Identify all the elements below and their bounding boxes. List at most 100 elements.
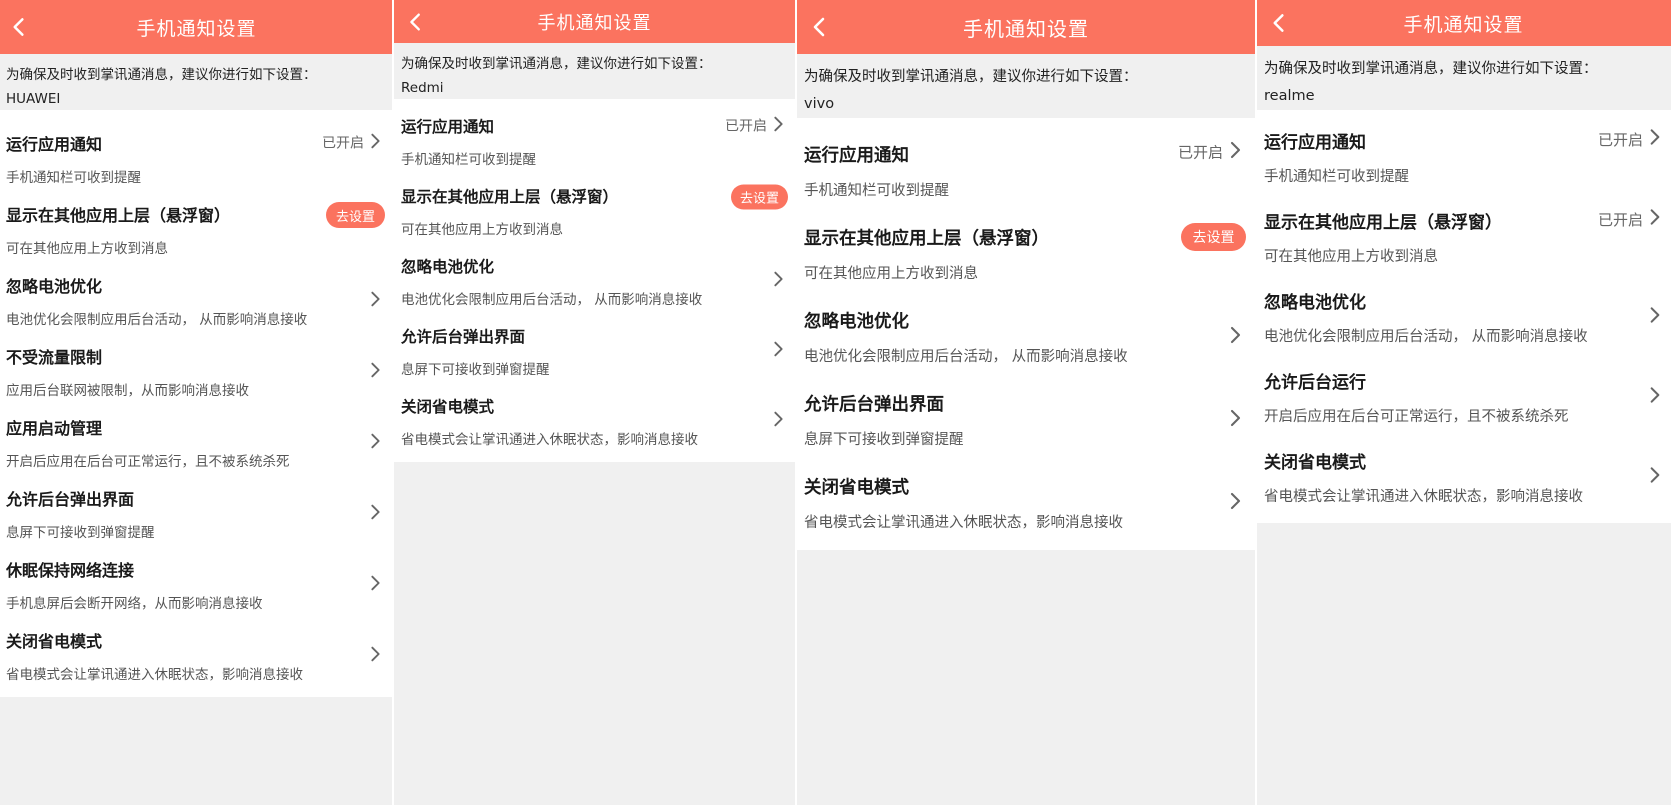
item-description: 开启后应用在后台可正常运行，且不被系统杀死 xyxy=(6,454,290,470)
settings-item[interactable]: 允许后台弹出界面息屏下可接收到弹窗提醒 xyxy=(796,378,1256,461)
chevron-right-icon xyxy=(366,131,385,154)
chevron-right-icon xyxy=(1645,465,1665,489)
phone-panel-huawei: 手机通知设置 为确保及时收到掌讯通消息，建议你进行如下设置： HUAWEI 运行应用通… xyxy=(0,0,393,805)
chevron-left-icon xyxy=(1268,12,1291,35)
hint-text: 为确保及时收到掌讯通消息，建议你进行如下设置： xyxy=(401,56,712,72)
settings-hint: 为确保及时收到掌讯通消息，建议你进行如下设置： realme xyxy=(1256,46,1671,110)
back-button[interactable] xyxy=(405,11,427,33)
settings-item[interactable]: 忽略电池优化电池优化会限制应用后台活动， 从而影响消息接收 xyxy=(796,295,1256,378)
chevron-right-icon xyxy=(366,289,385,312)
item-right xyxy=(366,573,385,596)
settings-item[interactable]: 关闭省电模式省电模式会让掌讯通进入休眠状态，影响消息接收 xyxy=(393,386,796,456)
chevron-left-icon xyxy=(8,16,31,39)
item-title: 忽略电池优化 xyxy=(401,257,495,276)
settings-item[interactable]: 休眠保持网络连接 手机息屏后会断开网络，从而影响消息接收 xyxy=(0,549,393,620)
item-description: 可在其他应用上方收到消息 xyxy=(401,221,563,238)
chevron-left-icon xyxy=(405,11,427,33)
item-right: 去设置 xyxy=(731,184,788,210)
item-title: 休眠保持网络连接 xyxy=(6,561,135,580)
back-button[interactable] xyxy=(8,16,31,39)
item-title: 显示在其他应用上层（悬浮窗） xyxy=(6,206,231,225)
settings-item[interactable]: 忽略电池优化 电池优化会限制应用后台活动， 从而影响消息接收 xyxy=(0,265,393,336)
item-title: 运行应用通知 xyxy=(401,117,495,136)
nav-header: 手机通知设置 xyxy=(1256,0,1671,46)
page-title: 手机通知设置 xyxy=(963,16,1089,41)
item-description: 电池优化会限制应用后台活动， 从而影响消息接收 xyxy=(1264,329,1588,345)
item-description: 省电模式会让掌讯通进入休眠状态，影响消息接收 xyxy=(401,431,698,448)
settings-item[interactable]: 显示在其他应用上层（悬浮窗） 可在其他应用上方收到消息 去设置 xyxy=(0,194,393,265)
settings-item[interactable]: 允许后台运行 开启后应用在后台可正常运行，且不被系统杀死 xyxy=(1256,357,1671,437)
settings-item[interactable]: 显示在其他应用上层（悬浮窗） 可在其他应用上方收到消息 已开启 xyxy=(1256,197,1671,277)
item-title: 忽略电池优化 xyxy=(6,277,103,296)
item-description: 开启后应用在后台可正常运行，且不被系统杀死 xyxy=(1264,409,1569,425)
chevron-right-icon xyxy=(1225,407,1246,432)
item-right: 去设置 xyxy=(1181,222,1246,251)
item-description: 手机通知栏可收到提醒 xyxy=(6,170,141,186)
settings-item[interactable]: 关闭省电模式 省电模式会让掌讯通进入休眠状态，影响消息接收 xyxy=(796,461,1256,544)
item-title: 允许后台弹出界面 xyxy=(804,394,944,415)
item-title: 忽略电池优化 xyxy=(804,311,909,332)
settings-item[interactable]: 显示在其他应用上层（悬浮窗） 可在其他应用上方收到消息 去设置 xyxy=(796,212,1256,295)
settings-item[interactable]: 运行应用通知 手机通知栏可收到提醒 已开启 xyxy=(0,123,393,194)
item-description: 电池优化会限制应用后台活动， 从而影响消息接收 xyxy=(804,348,1128,365)
item-title: 关闭省电模式 xyxy=(401,397,495,416)
brand-label: HUAWEI xyxy=(6,91,61,107)
go-settings-button[interactable]: 去设置 xyxy=(1181,222,1246,251)
item-title: 显示在其他应用上层（悬浮窗） xyxy=(1264,213,1502,233)
settings-item[interactable]: 运行应用通知 手机通知栏可收到提醒 已开启 xyxy=(796,129,1256,212)
back-button[interactable] xyxy=(808,15,832,39)
item-right xyxy=(1645,385,1665,409)
item-title: 运行应用通知 xyxy=(804,145,909,166)
settings-item[interactable]: 允许后台弹出界面 息屏下可接收到弹窗提醒 xyxy=(0,478,393,549)
item-title: 显示在其他应用上层（悬浮窗） xyxy=(401,187,619,206)
go-settings-button[interactable]: 去设置 xyxy=(326,202,385,229)
item-right: 已开启 xyxy=(1598,207,1665,231)
item-title: 允许后台弹出界面 xyxy=(6,490,135,509)
chevron-right-icon xyxy=(1225,490,1246,515)
chevron-right-icon xyxy=(366,502,385,525)
brand-label: realme xyxy=(1264,88,1315,104)
item-description: 手机通知栏可收到提醒 xyxy=(1264,169,1409,185)
item-right xyxy=(769,410,788,433)
item-description: 息屏下可接收到弹窗提醒 xyxy=(401,361,550,378)
item-title: 关闭省电模式 xyxy=(6,632,103,651)
status-text: 已开启 xyxy=(1597,210,1643,229)
panel-divider xyxy=(392,0,394,805)
settings-item[interactable]: 关闭省电模式 省电模式会让掌讯通进入休眠状态，影响消息接收 xyxy=(0,620,393,691)
item-title: 关闭省电模式 xyxy=(1264,453,1366,473)
settings-item[interactable]: 显示在其他应用上层（悬浮窗） 可在其他应用上方收到消息 去设置 xyxy=(393,176,796,246)
panel-divider xyxy=(1255,0,1257,805)
brand-label: Redmi xyxy=(401,80,444,96)
settings-item[interactable]: 运行应用通知 手机通知栏可收到提醒 已开启 xyxy=(1256,117,1671,197)
settings-hint: 为确保及时收到掌讯通消息，建议你进行如下设置： Redmi xyxy=(393,43,796,99)
page-title: 手机通知设置 xyxy=(1403,13,1524,36)
item-description: 电池优化会限制应用后台活动， 从而影响消息接收 xyxy=(401,291,703,308)
settings-list: 运行应用通知 手机通知栏可收到提醒 已开启 显示在其他应用上层（悬浮窗） 可在其他应用上… xyxy=(1256,110,1671,523)
settings-item[interactable]: 忽略电池优化 电池优化会限制应用后台活动， 从而影响消息接收 xyxy=(1256,277,1671,357)
chevron-right-icon xyxy=(769,114,788,137)
item-right xyxy=(366,644,385,667)
item-description: 手机通知栏可收到提醒 xyxy=(401,151,536,168)
brand-label: vivo xyxy=(804,96,835,112)
settings-item[interactable]: 不受流量限制 应用后台联网被限制，从而影响消息接收 xyxy=(0,336,393,407)
status-text: 已开启 xyxy=(1597,130,1643,149)
chevron-left-icon xyxy=(808,15,832,39)
settings-item[interactable]: 允许后台弹出界面 息屏下可接收到弹窗提醒 xyxy=(393,316,796,386)
settings-hint: 为确保及时收到掌讯通消息，建议你进行如下设置： HUAWEI xyxy=(0,54,393,110)
chevron-right-icon xyxy=(366,431,385,454)
item-right xyxy=(1225,324,1246,349)
settings-item[interactable]: 运行应用通知 手机通知栏可收到提醒 已开启 xyxy=(393,106,796,176)
item-description: 息屏下可接收到弹窗提醒 xyxy=(804,431,964,448)
settings-list: 运行应用通知 手机通知栏可收到提醒 已开启 显示在其他应用上层（悬浮窗） 可在其他应用上… xyxy=(796,118,1256,550)
phone-panel-realme: 手机通知设置 为确保及时收到掌讯通消息，建议你进行如下设置： realme 运行应用通… xyxy=(1256,0,1671,805)
settings-item[interactable]: 忽略电池优化电池优化会限制应用后台活动， 从而影响消息接收 xyxy=(393,246,796,316)
back-button[interactable] xyxy=(1268,12,1291,35)
item-description: 应用后台联网被限制，从而影响消息接收 xyxy=(6,383,249,399)
chevron-right-icon xyxy=(1645,305,1665,329)
settings-list: 运行应用通知 手机通知栏可收到提醒 已开启 显示在其他应用上层（悬浮窗） 可在其他应用上… xyxy=(0,110,393,697)
go-settings-button[interactable]: 去设置 xyxy=(731,184,788,210)
settings-item[interactable]: 关闭省电模式 省电模式会让掌讯通进入休眠状态，影响消息接收 xyxy=(1256,437,1671,517)
item-right: 去设置 xyxy=(326,202,385,229)
panel-divider xyxy=(795,0,797,805)
settings-item[interactable]: 应用启动管理 开启后应用在后台可正常运行，且不被系统杀死 xyxy=(0,407,393,478)
